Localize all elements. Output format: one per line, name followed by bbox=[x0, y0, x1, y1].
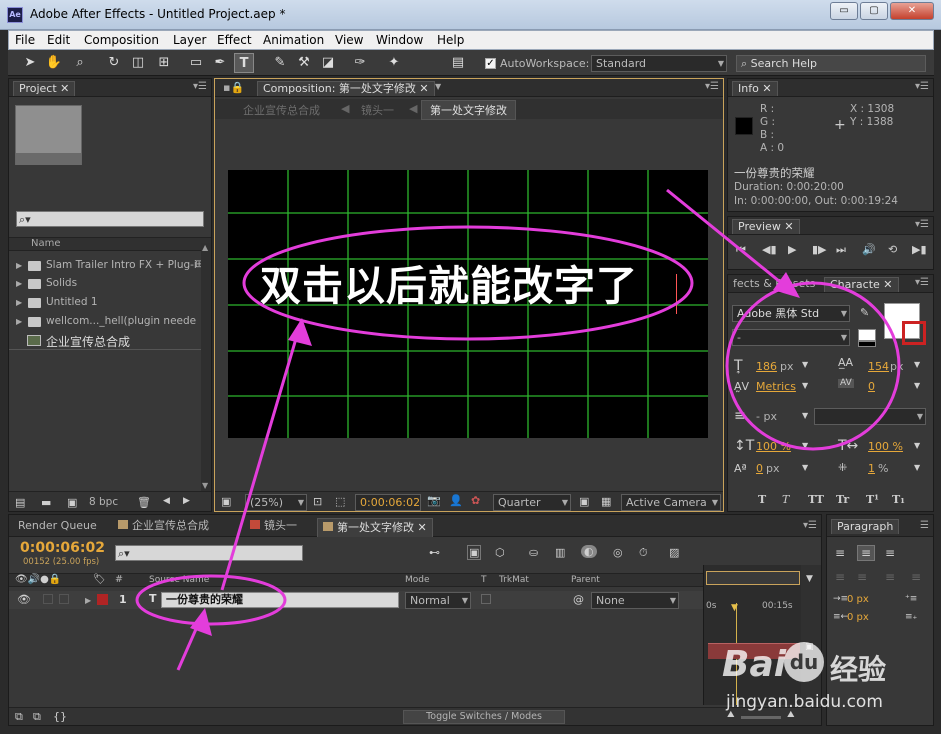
annotation-ellipse bbox=[725, 281, 901, 451]
annotation-ellipse bbox=[242, 225, 694, 341]
annotation-arrow-line bbox=[666, 188, 791, 292]
annotation-arrow-line bbox=[220, 324, 302, 591]
annotation-ellipse bbox=[135, 574, 287, 626]
annotation-overlay bbox=[135, 188, 901, 671]
